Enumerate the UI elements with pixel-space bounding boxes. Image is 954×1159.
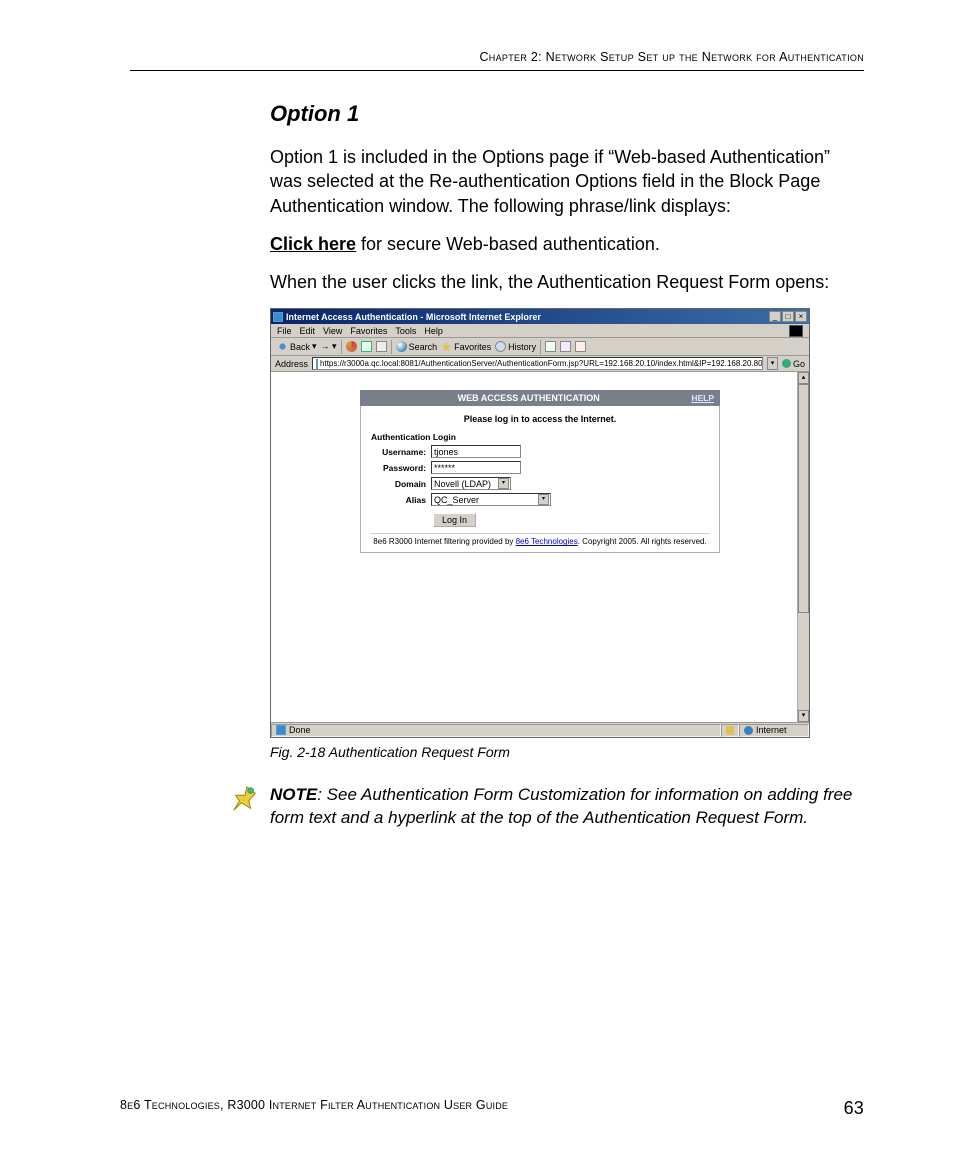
status-done: Done xyxy=(271,724,721,737)
auth-body: Please log in to access the Internet. Au… xyxy=(360,406,720,553)
favorites-icon xyxy=(441,341,452,352)
toolbar-separator xyxy=(540,340,541,354)
home-icon[interactable] xyxy=(376,341,387,352)
ie-address-bar: Address https://r3000a.qc.local:8081/Aut… xyxy=(271,356,809,372)
toolbar-separator xyxy=(391,340,392,354)
intro-paragraph: Option 1 is included in the Options page… xyxy=(270,145,854,218)
back-icon xyxy=(277,341,288,352)
domain-label: Domain xyxy=(371,479,431,489)
click-here-rest: for secure Web-based authentication. xyxy=(356,234,660,254)
click-here-line: Click here for secure Web-based authenti… xyxy=(270,232,854,256)
login-button[interactable]: Log In xyxy=(433,513,476,527)
username-label: Username: xyxy=(371,447,431,457)
ie-titlebar: Internet Access Authentication - Microso… xyxy=(271,309,809,324)
auth-message: Please log in to access the Internet. xyxy=(371,414,709,424)
status-zone: Internet xyxy=(739,724,809,737)
vertical-scrollbar[interactable]: ▴ ▾ xyxy=(797,372,809,722)
alias-label: Alias xyxy=(371,495,431,505)
stop-icon[interactable] xyxy=(346,341,357,352)
vendor-link[interactable]: 8e6 Technologies xyxy=(516,537,578,546)
auth-header-title: WEB ACCESS AUTHENTICATION xyxy=(366,393,691,403)
alias-select[interactable]: QC_Server ▾ xyxy=(431,493,551,506)
ie-menubar: File Edit View Favorites Tools Help xyxy=(271,324,809,338)
note-pushpin-icon xyxy=(230,784,260,814)
maximize-button[interactable]: □ xyxy=(782,311,794,322)
history-button[interactable]: History xyxy=(495,341,536,352)
search-icon xyxy=(396,341,407,352)
address-input[interactable]: https://r3000a.qc.local:8081/Authenticat… xyxy=(312,357,763,370)
status-security xyxy=(721,724,739,737)
scroll-up-arrow[interactable]: ▴ xyxy=(798,372,809,384)
password-input[interactable] xyxy=(431,461,521,474)
figure-caption: Fig. 2-18 Authentication Request Form xyxy=(270,744,854,760)
ie-toolbar: Back ▾ → ▾ Search Favorites History xyxy=(271,338,809,356)
page-number: 63 xyxy=(844,1098,864,1119)
ie-throbber-icon xyxy=(789,325,803,337)
chevron-down-icon: ▾ xyxy=(498,478,509,489)
ie-app-icon xyxy=(273,312,283,322)
note-text: NOTE: See Authentication Form Customizat… xyxy=(270,784,854,830)
auth-header: WEB ACCESS AUTHENTICATION HELP xyxy=(360,390,720,406)
mail-icon[interactable] xyxy=(545,341,556,352)
scroll-track[interactable] xyxy=(798,384,809,710)
domain-select[interactable]: Novell (LDAP) ▾ xyxy=(431,477,511,490)
menu-file[interactable]: File xyxy=(277,326,292,336)
password-label: Password: xyxy=(371,463,431,473)
close-button[interactable]: × xyxy=(795,311,807,322)
footer-text: 8e6 Technologies, R3000 Internet Filter … xyxy=(120,1098,508,1119)
globe-icon xyxy=(744,726,753,735)
refresh-icon[interactable] xyxy=(361,341,372,352)
lock-icon xyxy=(726,726,734,735)
header-rule xyxy=(130,70,864,71)
print-icon[interactable] xyxy=(560,341,571,352)
chevron-down-icon: ▾ xyxy=(538,494,549,505)
auth-group-label: Authentication Login xyxy=(371,432,709,442)
edit-icon[interactable] xyxy=(575,341,586,352)
ie-window-screenshot: Internet Access Authentication - Microso… xyxy=(270,308,810,738)
page-footer: 8e6 Technologies, R3000 Internet Filter … xyxy=(120,1098,864,1119)
search-button[interactable]: Search xyxy=(396,341,438,352)
toolbar-separator xyxy=(341,340,342,354)
minimize-button[interactable]: _ xyxy=(769,311,781,322)
note-block: NOTE: See Authentication Form Customizat… xyxy=(230,784,854,830)
menu-view[interactable]: View xyxy=(323,326,342,336)
alias-value: QC_Server xyxy=(434,495,479,505)
page-icon xyxy=(316,359,318,369)
click-here-link[interactable]: Click here xyxy=(270,234,356,254)
address-url: https://r3000a.qc.local:8081/Authenticat… xyxy=(320,358,763,370)
forward-button[interactable]: → ▾ xyxy=(321,341,337,352)
ie-window-title: Internet Access Authentication - Microso… xyxy=(286,312,541,322)
address-dropdown[interactable]: ▾ xyxy=(767,357,778,370)
address-label: Address xyxy=(275,359,308,369)
auth-help-link[interactable]: HELP xyxy=(691,393,714,403)
go-icon xyxy=(782,359,791,368)
history-icon xyxy=(495,341,506,352)
running-header: Chapter 2: Network Setup Set up the Netw… xyxy=(130,50,864,64)
menu-edit[interactable]: Edit xyxy=(300,326,316,336)
page-icon xyxy=(276,725,286,735)
menu-help[interactable]: Help xyxy=(424,326,443,336)
go-button[interactable]: Go xyxy=(782,359,805,369)
scroll-thumb[interactable] xyxy=(798,384,809,612)
followup-paragraph: When the user clicks the link, the Authe… xyxy=(270,270,854,294)
favorites-button[interactable]: Favorites xyxy=(441,341,491,352)
menu-favorites[interactable]: Favorites xyxy=(350,326,387,336)
note-label: NOTE xyxy=(270,785,317,804)
auth-footer: 8e6 R3000 Internet filtering provided by… xyxy=(371,533,709,546)
domain-value: Novell (LDAP) xyxy=(434,479,491,489)
back-button[interactable]: Back ▾ xyxy=(277,341,317,352)
ie-status-bar: Done Internet xyxy=(271,722,809,737)
scroll-down-arrow[interactable]: ▾ xyxy=(798,710,809,722)
username-input[interactable] xyxy=(431,445,521,458)
auth-panel: WEB ACCESS AUTHENTICATION HELP Please lo… xyxy=(360,390,720,553)
section-heading: Option 1 xyxy=(270,101,854,127)
menu-tools[interactable]: Tools xyxy=(395,326,416,336)
ie-viewport: ▴ ▾ WEB ACCESS AUTHENTICATION HELP Pleas… xyxy=(271,372,809,722)
